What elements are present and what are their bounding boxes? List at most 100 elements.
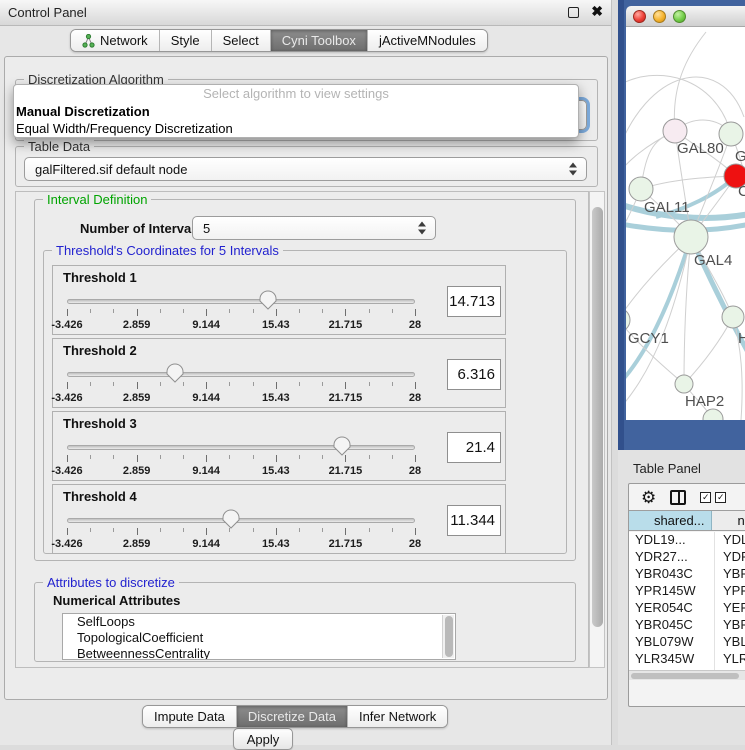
slider-tick-label: -3.426 [51,538,82,550]
column-header-shared[interactable]: shared... [629,511,712,530]
main-scrollbar[interactable] [589,191,605,668]
slider-tick [90,382,91,386]
network-canvas[interactable]: GAL80GAGAL11CGAL4GCY1HHAP2 [626,27,745,420]
network-node[interactable] [674,220,708,254]
checkbox-icon[interactable]: ✓ [700,492,711,503]
table-row[interactable]: YLR345WYLR3 [629,651,745,668]
network-node-label: GA [735,148,745,165]
slider-tick [160,382,161,386]
group-label: Interval Definition [43,192,151,207]
table-row[interactable]: YDR27...YDR2 [629,549,745,566]
group-label: Threshold's Coordinates for 5 Intervals [52,243,283,258]
numerical-attributes-list[interactable]: SelfLoopsTopologicalCoefficientBetweenne… [62,613,456,660]
slider-tick [160,455,161,459]
table-panel-title: Table Panel [633,461,701,476]
slider-thumb[interactable] [166,363,184,383]
popup-item[interactable]: Equal Width/Frequency Discretization [14,120,578,137]
top-tab-bar: NetworkStyleSelectCyni ToolboxjActiveMNo… [70,29,488,52]
network-node-label: GAL4 [694,252,732,269]
slider-track[interactable] [67,445,415,450]
close-icon[interactable]: ✖ [591,3,603,20]
list-scrollbar-thumb[interactable] [445,616,453,657]
settings-scroll-area: Interval Definition Number of Intervals … [15,191,589,668]
close-traffic-light-icon[interactable] [633,10,646,23]
slider-tick [67,455,68,462]
attribute-list-item[interactable]: TopologicalCoefficient [63,630,455,646]
slider-tick [183,528,184,532]
tab-impute-data[interactable]: Impute Data [143,706,236,727]
main-scrollbar-thumb[interactable] [592,207,603,627]
table-row[interactable]: YBR045CYBR0 [629,617,745,634]
tab-style[interactable]: Style [159,30,211,51]
table-data-combobox[interactable]: galFiltered.sif default node [24,157,587,181]
slider-thumb[interactable] [222,509,240,529]
tab-jactivemnodules[interactable]: jActiveMNodules [367,30,487,51]
tab-discretize-data[interactable]: Discretize Data [236,706,347,727]
slider-thumb[interactable] [259,290,277,310]
num-intervals-combobox[interactable]: 5 [192,216,436,240]
zoom-traffic-light-icon[interactable] [673,10,686,23]
gear-icon[interactable]: ⚙ [641,489,656,506]
split-columns-icon[interactable] [670,490,686,505]
slider-tick-label: 2.859 [123,465,151,477]
table-row[interactable]: YPR145WYPR1 [629,583,745,600]
threshold-value-field[interactable]: 14.713 [447,286,501,317]
slider-tick [113,528,114,532]
combo-stepper-icon[interactable] [569,163,577,176]
group-interval-definition: Interval Definition Number of Intervals … [34,199,576,561]
threshold-slider[interactable]: -3.4262.8599.14415.4321.71528 [67,436,415,480]
network-node[interactable] [626,308,630,332]
tab-label: Impute Data [154,709,225,724]
table-hscrollbar-thumb[interactable] [631,673,739,679]
table-row[interactable]: YBL079WYBL0 [629,634,745,651]
network-node[interactable] [629,177,653,201]
slider-track[interactable] [67,518,415,523]
tab-cyni-toolbox[interactable]: Cyni Toolbox [270,30,367,51]
network-node[interactable] [675,375,693,393]
slider-tick [345,455,346,462]
table-hscrollbar[interactable] [629,670,745,680]
slider-tick-label: 21.715 [329,319,363,331]
group-label: Attributes to discretize [43,575,179,590]
table-cell: YER054C [629,600,715,617]
table-row[interactable]: YER054CYER0 [629,600,745,617]
threshold-slider[interactable]: -3.4262.8599.14415.4321.71528 [67,290,415,334]
checkbox-icon[interactable]: ✓ [715,492,726,503]
float-window-icon[interactable] [568,7,579,18]
slider-tick [160,309,161,313]
slider-tick [276,309,277,316]
combo-stepper-icon[interactable] [418,222,426,235]
threshold-slider[interactable]: -3.4262.8599.14415.4321.71528 [67,509,415,553]
table-cell: YBR0 [715,566,745,583]
popup-item[interactable]: Manual Discretization [14,103,578,120]
slider-tick-label: 9.144 [192,392,220,404]
network-node[interactable] [703,409,723,420]
tab-network[interactable]: Network [71,30,159,51]
table-row[interactable]: YDL19...YDL1 [629,532,745,549]
table-row[interactable]: YBR043CYBR0 [629,566,745,583]
tab-select[interactable]: Select [211,30,270,51]
threshold-value-field[interactable]: 11.344 [447,505,501,536]
apply-button[interactable]: Apply [233,728,293,750]
table-cell: YBL079W [629,634,715,651]
tab-infer-network[interactable]: Infer Network [347,706,447,727]
slider-thumb[interactable] [333,436,351,456]
slider-tick [299,382,300,386]
table-header-row: shared... na [629,510,745,531]
attribute-list-item[interactable]: SelfLoops [63,614,455,630]
node-table: ⚙ ✓ ✓ shared... na YDL19...YDL1YDR27...Y… [628,483,745,707]
list-scrollbar[interactable] [442,615,454,658]
slider-tick [90,309,91,313]
attribute-list-item[interactable]: BetweennessCentrality [63,646,455,660]
slider-tick [253,455,254,459]
threshold-value-field[interactable]: 21.4 [447,432,501,463]
minimize-traffic-light-icon[interactable] [653,10,666,23]
slider-track[interactable] [67,299,415,304]
column-header-name[interactable]: na [712,511,745,530]
group-attributes-to-discretize: Attributes to discretize Numerical Attri… [34,582,576,662]
slider-tick [90,528,91,532]
threshold-value-field[interactable]: 6.316 [447,359,501,390]
network-node[interactable] [722,306,744,328]
threshold-slider[interactable]: -3.4262.8599.14415.4321.71528 [67,363,415,407]
slider-track[interactable] [67,372,415,377]
